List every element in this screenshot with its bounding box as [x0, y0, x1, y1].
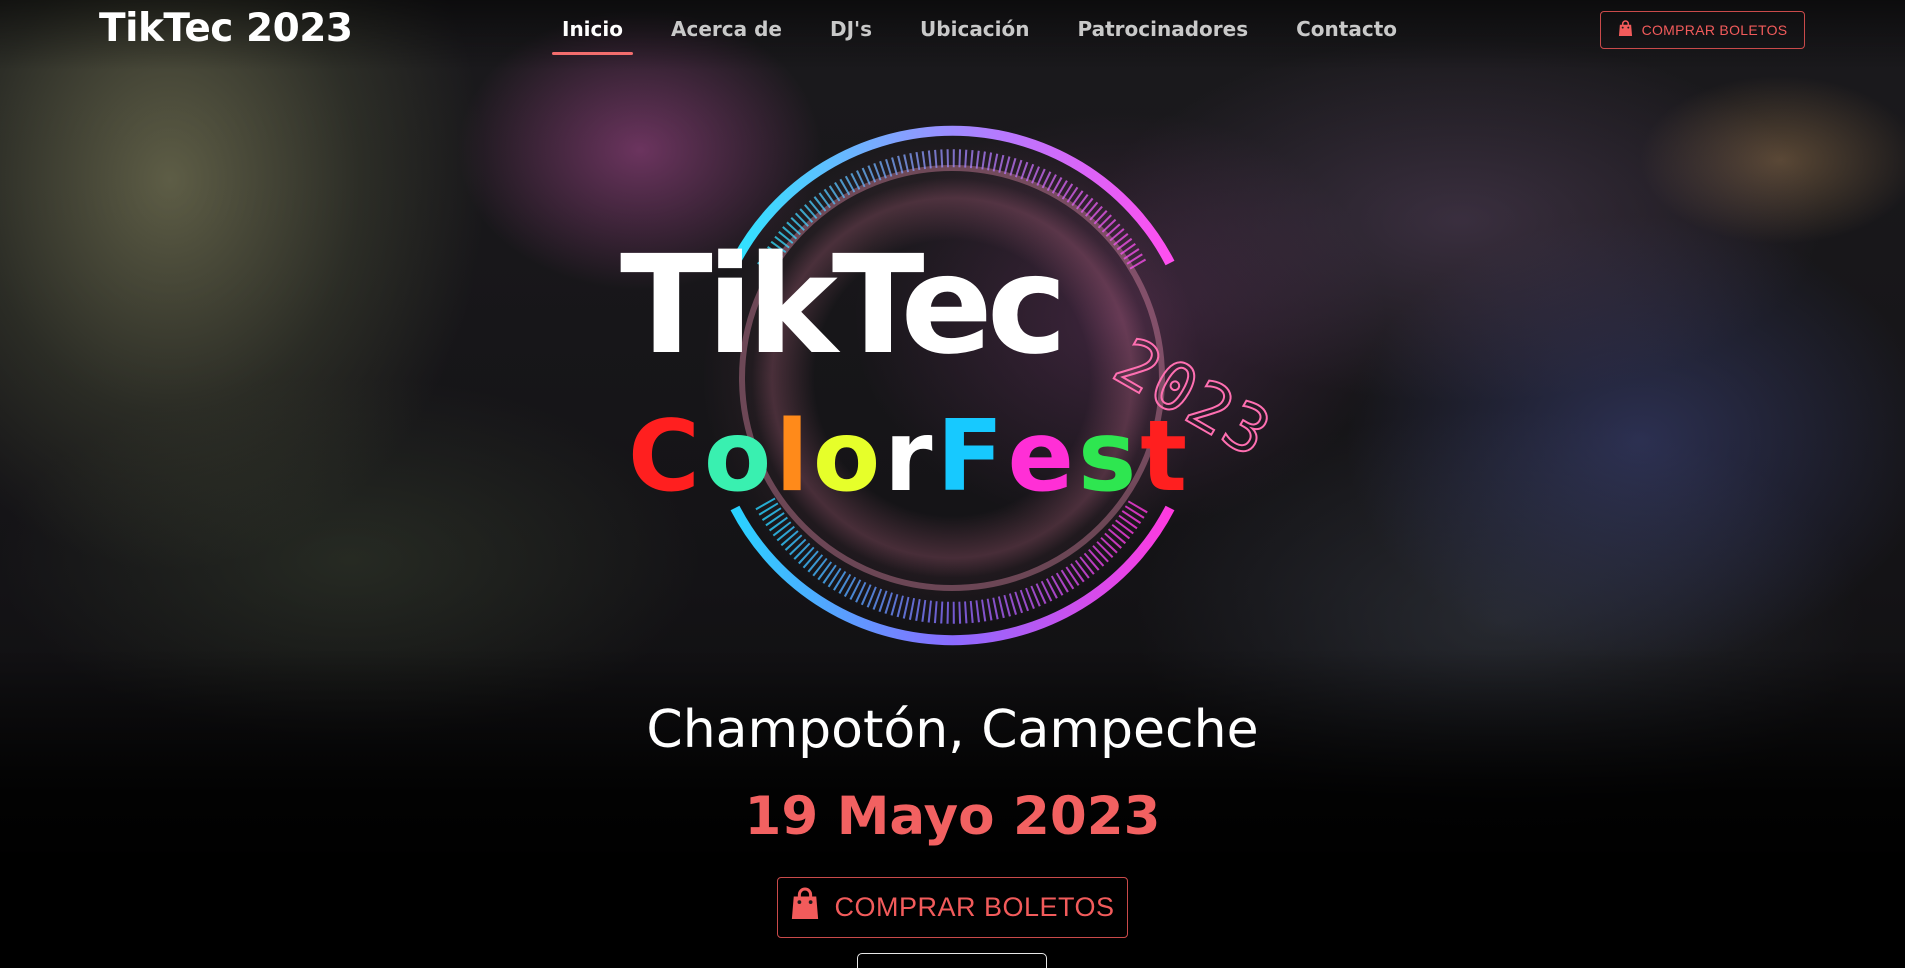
event-location: Champotón, Campeche — [646, 700, 1259, 760]
event-date: 19 Mayo 2023 — [744, 786, 1161, 847]
nav-link-inicio[interactable]: Inicio — [552, 17, 633, 57]
brand-logo-text[interactable]: TikTec 2023 — [99, 6, 353, 51]
shopping-bag-icon — [790, 887, 820, 928]
page: TikTec 2023 Inicio Acerca de DJ's Ubicac… — [0, 0, 1905, 968]
nav-link-contacto[interactable]: Contacto — [1296, 17, 1397, 57]
nav-links: Inicio Acerca de DJ's Ubicación Patrocin… — [552, 17, 1445, 57]
hero-buy-tickets-button[interactable]: COMPRAR BOLETOS — [777, 877, 1128, 938]
nav-link-patrocinadores[interactable]: Patrocinadores — [1078, 17, 1249, 57]
nav-link-djs[interactable]: DJ's — [830, 17, 872, 57]
shopping-bag-icon — [1618, 20, 1633, 40]
logo-subtitle-text: Color Fest — [628, 400, 1192, 514]
navbar: TikTec 2023 Inicio Acerca de DJ's Ubicac… — [0, 0, 1905, 62]
nav-buy-tickets-button[interactable]: COMPRAR BOLETOS — [1600, 11, 1805, 49]
nav-buy-tickets-label: COMPRAR BOLETOS — [1641, 22, 1788, 38]
hero-buy-tickets-label: COMPRAR BOLETOS — [834, 892, 1115, 922]
event-logo: TikTec 2023 Color Fest — [590, 108, 1310, 668]
nav-link-acerca-de[interactable]: Acerca de — [671, 17, 782, 57]
logo-title: TikTec — [620, 227, 1067, 385]
secondary-button-partial[interactable] — [857, 953, 1047, 968]
logo-subtitle: Color Fest — [628, 408, 1191, 506]
nav-link-ubicacion[interactable]: Ubicación — [920, 17, 1029, 57]
